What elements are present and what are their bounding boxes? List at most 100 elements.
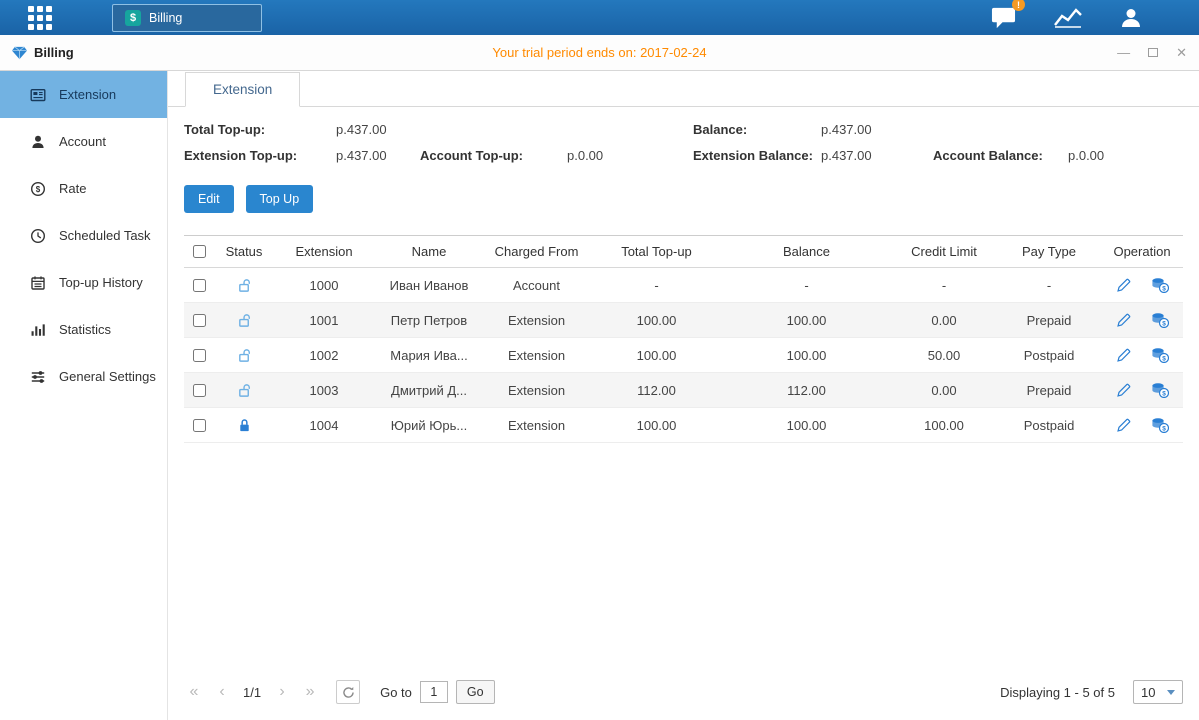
table-row: 1000 Иван Иванов Account - - - - $ bbox=[184, 268, 1183, 303]
tab-extension[interactable]: Extension bbox=[185, 72, 300, 107]
action-buttons: Edit Top Up bbox=[184, 185, 1183, 213]
svg-text:$: $ bbox=[1162, 425, 1166, 432]
page-size-select[interactable]: 10 bbox=[1133, 680, 1183, 704]
edit-icon[interactable] bbox=[1116, 383, 1131, 398]
window-controls: — ✕ bbox=[1117, 46, 1187, 59]
page-size-value: 10 bbox=[1141, 685, 1155, 700]
billing-window-icon bbox=[12, 45, 27, 60]
refresh-button[interactable] bbox=[336, 680, 360, 704]
extension-number: 1002 bbox=[274, 348, 374, 363]
rate-coin-icon: $ bbox=[30, 181, 46, 197]
sidebar-label: Rate bbox=[59, 181, 86, 196]
sidebar-label: Extension bbox=[59, 87, 116, 102]
clock-icon bbox=[30, 228, 46, 244]
go-button[interactable]: Go bbox=[456, 680, 495, 704]
topup-icon[interactable]: $ bbox=[1151, 312, 1169, 328]
edit-icon[interactable] bbox=[1116, 278, 1131, 293]
extension-name: Мария Ива... bbox=[374, 348, 484, 363]
total-topup-value: p.437.00 bbox=[336, 122, 420, 137]
extension-number: 1003 bbox=[274, 383, 374, 398]
operation-cell: $ bbox=[1099, 382, 1185, 398]
balance-label: Balance: bbox=[693, 122, 821, 137]
line-chart-icon bbox=[1053, 6, 1083, 30]
table-row: 1004 Юрий Юрь... Extension 100.00 100.00… bbox=[184, 408, 1183, 443]
svg-text:$: $ bbox=[1162, 390, 1166, 397]
app-menu-icon[interactable] bbox=[28, 6, 52, 30]
edit-icon[interactable] bbox=[1116, 313, 1131, 328]
topup-icon[interactable]: $ bbox=[1151, 347, 1169, 363]
credit-limit: - bbox=[889, 278, 999, 293]
pay-type: Prepaid bbox=[999, 383, 1099, 398]
goto-page-input[interactable] bbox=[420, 681, 448, 703]
operation-cell: $ bbox=[1099, 312, 1185, 328]
extension-name: Петр Петров bbox=[374, 313, 484, 328]
prev-page-button[interactable]: ‹ bbox=[212, 684, 232, 700]
credit-limit: 100.00 bbox=[889, 418, 999, 433]
col-operation: Operation bbox=[1099, 244, 1185, 259]
select-all-checkbox[interactable] bbox=[193, 245, 206, 258]
row-balance: 100.00 bbox=[724, 313, 889, 328]
taskbar-billing-label: Billing bbox=[149, 11, 182, 25]
edit-icon[interactable] bbox=[1116, 418, 1131, 433]
next-page-button[interactable]: › bbox=[272, 684, 292, 700]
sidebar-item-account[interactable]: Account bbox=[0, 118, 167, 165]
row-checkbox[interactable] bbox=[193, 314, 206, 327]
sidebar-item-general-settings[interactable]: General Settings bbox=[0, 353, 167, 400]
account-person-icon bbox=[30, 134, 46, 150]
row-balance: - bbox=[724, 278, 889, 293]
pagination-bar: « ‹ 1/1 › » Go to Go Displayin bbox=[184, 668, 1183, 720]
taskbar-billing-button[interactable]: $ Billing bbox=[112, 4, 262, 32]
sidebar-item-scheduled-task[interactable]: Scheduled Task bbox=[0, 212, 167, 259]
edit-button[interactable]: Edit bbox=[184, 185, 234, 213]
extension-topup-value: p.437.00 bbox=[336, 148, 420, 163]
extension-number: 1000 bbox=[274, 278, 374, 293]
row-checkbox[interactable] bbox=[193, 279, 206, 292]
sidebar-item-extension[interactable]: Extension bbox=[0, 71, 167, 118]
status-icon bbox=[214, 312, 274, 328]
system-topbar: $ Billing ! bbox=[0, 0, 1199, 35]
balance-summary: Total Top-up: p.437.00 Balance: p.437.00… bbox=[184, 122, 1183, 163]
col-extension: Extension bbox=[274, 244, 374, 259]
extension-table: Status Extension Name Charged From Total… bbox=[184, 235, 1183, 443]
maximize-button[interactable] bbox=[1148, 48, 1158, 57]
bar-chart-icon bbox=[30, 322, 46, 338]
user-account-icon[interactable] bbox=[1119, 6, 1143, 30]
notification-badge: ! bbox=[1012, 0, 1025, 11]
top-up-button[interactable]: Top Up bbox=[246, 185, 314, 213]
charged-from: Extension bbox=[484, 383, 589, 398]
sidebar-item-statistics[interactable]: Statistics bbox=[0, 306, 167, 353]
topup-icon[interactable]: $ bbox=[1151, 382, 1169, 398]
table-row: 1003 Дмитрий Д... Extension 112.00 112.0… bbox=[184, 373, 1183, 408]
sidebar-item-topup-history[interactable]: Top-up History bbox=[0, 259, 167, 306]
account-balance-value: p.0.00 bbox=[1068, 148, 1183, 163]
sidebar-item-rate[interactable]: $ Rate bbox=[0, 165, 167, 212]
balance-value: p.437.00 bbox=[821, 122, 933, 137]
resource-monitor-icon[interactable] bbox=[1053, 6, 1083, 30]
topup-icon[interactable]: $ bbox=[1151, 417, 1169, 433]
close-button[interactable]: ✕ bbox=[1176, 46, 1187, 59]
col-balance: Balance bbox=[724, 244, 889, 259]
last-page-button[interactable]: » bbox=[300, 684, 320, 700]
topup-icon[interactable]: $ bbox=[1151, 277, 1169, 293]
table-body: 1000 Иван Иванов Account - - - - $ bbox=[184, 268, 1183, 443]
extension-name: Иван Иванов bbox=[374, 278, 484, 293]
charged-from: Extension bbox=[484, 348, 589, 363]
total-topup: 112.00 bbox=[589, 383, 724, 398]
credit-limit: 0.00 bbox=[889, 313, 999, 328]
sidebar-label: General Settings bbox=[59, 369, 156, 384]
window-title: Billing bbox=[34, 45, 74, 60]
first-page-button[interactable]: « bbox=[184, 684, 204, 700]
row-checkbox[interactable] bbox=[193, 384, 206, 397]
credit-limit: 50.00 bbox=[889, 348, 999, 363]
col-status: Status bbox=[214, 244, 274, 259]
edit-icon[interactable] bbox=[1116, 348, 1131, 363]
messages-icon[interactable]: ! bbox=[990, 5, 1017, 30]
status-icon bbox=[214, 417, 274, 433]
extension-name: Дмитрий Д... bbox=[374, 383, 484, 398]
row-checkbox[interactable] bbox=[193, 349, 206, 362]
minimize-button[interactable]: — bbox=[1117, 46, 1130, 59]
col-charged-from: Charged From bbox=[484, 244, 589, 259]
pay-type: Postpaid bbox=[999, 418, 1099, 433]
row-balance: 100.00 bbox=[724, 418, 889, 433]
row-checkbox[interactable] bbox=[193, 419, 206, 432]
